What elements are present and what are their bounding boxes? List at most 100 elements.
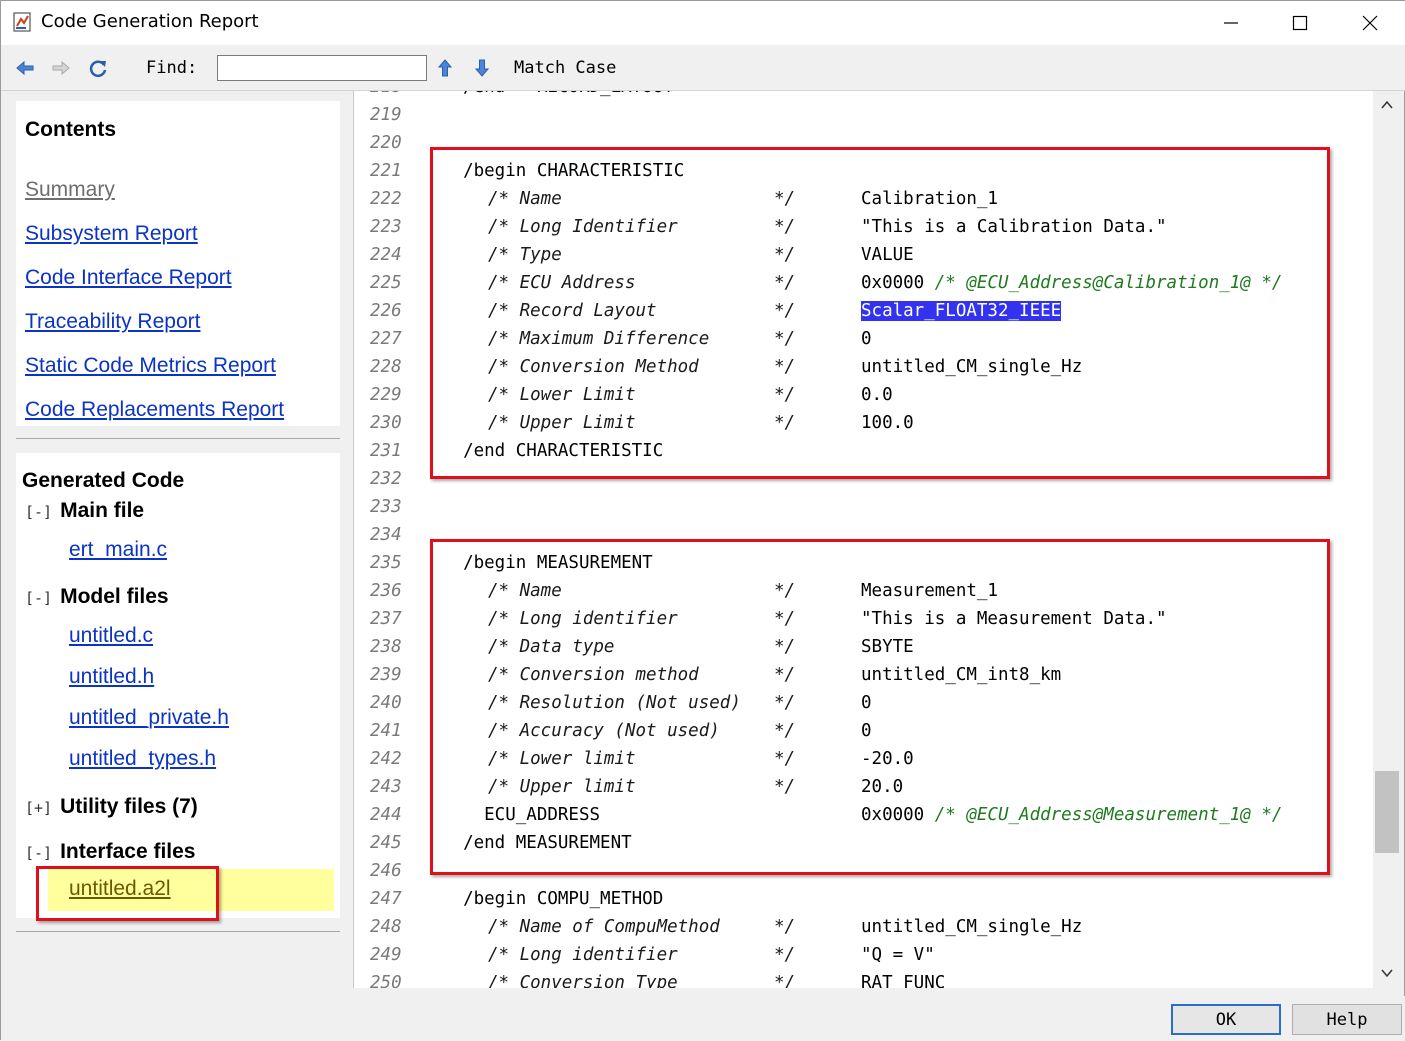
refresh-icon	[89, 60, 107, 77]
help-button[interactable]: Help	[1292, 1004, 1402, 1035]
maximize-icon	[1292, 15, 1308, 31]
line-number: 227	[370, 329, 402, 349]
line-number: 238	[370, 637, 402, 657]
file-link-ert-main-c[interactable]: ert_main.c	[69, 538, 167, 562]
forward-arrow-icon	[52, 60, 70, 76]
line-number: 243	[370, 777, 402, 797]
value-text: untitled_CM_single_Hz	[861, 917, 1083, 937]
line-number: 240	[370, 693, 402, 713]
code-line: 248 /* Name of CompuMethod */ untitled_CM_s…	[354, 917, 1373, 945]
line-number: 234	[370, 525, 402, 545]
file-link-untitled-c[interactable]: untitled.c	[69, 624, 153, 648]
navigation-panel: Contents Summary Subsystem Report Code I…	[1, 91, 353, 996]
line-number: 225	[370, 273, 402, 293]
collapse-toggle[interactable]: [-]	[25, 844, 52, 862]
group-model-files: [-] Model files	[25, 585, 169, 609]
line-number: 242	[370, 749, 402, 769]
line-number: 247	[370, 889, 402, 909]
close-button[interactable]	[1335, 1, 1405, 45]
field-comment: /* Long identifier	[488, 945, 678, 965]
match-case-toggle[interactable]: Match Case	[514, 58, 616, 78]
contents-title: Contents	[25, 118, 116, 141]
comment-close: */	[774, 917, 796, 937]
line-number: 236	[370, 581, 402, 601]
nav-link-code-replacements-report[interactable]: Code Replacements Report	[25, 398, 284, 422]
code-line: 247 /begin COMPU_METHOD	[354, 889, 1373, 917]
line-number: 230	[370, 413, 402, 433]
line-number: 222	[370, 189, 402, 209]
group-label: Main file	[60, 499, 145, 522]
line-number: 218	[370, 91, 402, 97]
code-line: 249 /* Long identifier */ "Q = V"	[354, 945, 1373, 973]
forward-button[interactable]	[50, 57, 72, 79]
refresh-button[interactable]	[87, 57, 109, 79]
close-icon	[1362, 15, 1378, 31]
line-number: 244	[370, 805, 402, 825]
code-generation-report-window: Code Generation Report Find: Match Case …	[0, 0, 1405, 1041]
title-bar: Code Generation Report	[1, 1, 1405, 45]
chevron-down-icon	[1381, 969, 1393, 978]
maximize-button[interactable]	[1265, 1, 1335, 45]
line-number: 249	[370, 945, 402, 965]
scroll-thumb[interactable]	[1375, 771, 1399, 853]
nav-link-traceability-report[interactable]: Traceability Report	[25, 310, 200, 334]
nav-link-summary[interactable]: Summary	[25, 178, 115, 202]
section-divider	[16, 438, 340, 439]
field-comment: /* Conversion Type	[488, 973, 678, 988]
file-link-untitled-private-h[interactable]: untitled_private.h	[69, 706, 229, 730]
expand-toggle[interactable]: [+]	[25, 799, 52, 817]
annotation-highlight-box	[36, 866, 219, 921]
ok-button[interactable]: OK	[1171, 1004, 1281, 1035]
value-text: "Q = V"	[861, 945, 935, 965]
toolbar: Find: Match Case	[1, 45, 1405, 91]
line-number: 237	[370, 609, 402, 629]
line-number: 220	[370, 133, 402, 153]
line-number: 229	[370, 385, 402, 405]
line-number: 223	[370, 217, 402, 237]
line-number: 226	[370, 301, 402, 321]
line-number: 248	[370, 917, 402, 937]
line-number: 233	[370, 497, 402, 517]
find-label: Find:	[146, 58, 198, 78]
line-number: 245	[370, 833, 402, 853]
contents-section: Contents Summary Subsystem Report Code I…	[16, 101, 340, 426]
back-button[interactable]	[14, 57, 36, 79]
find-input[interactable]	[217, 55, 427, 81]
group-label: Utility files (7)	[60, 795, 198, 818]
field-comment: /* Name of CompuMethod	[488, 917, 720, 937]
dialog-button-bar: OK Help	[1, 996, 1405, 1041]
line-number: 235	[370, 553, 402, 573]
nav-link-subsystem-report[interactable]: Subsystem Report	[25, 222, 198, 246]
code-line: 233	[354, 497, 1373, 525]
line-number: 241	[370, 721, 402, 741]
comment-close: */	[774, 945, 796, 965]
collapse-toggle[interactable]: [-]	[25, 589, 52, 607]
scroll-up-button[interactable]	[1379, 97, 1395, 113]
group-interface-files: [-] Interface files	[25, 840, 196, 864]
generated-code-title: Generated Code	[22, 469, 185, 492]
section-divider	[16, 931, 340, 932]
collapse-toggle[interactable]: [-]	[25, 503, 52, 521]
report-app-icon	[13, 12, 31, 32]
line-number: 228	[370, 357, 402, 377]
vertical-scrollbar[interactable]	[1373, 91, 1401, 988]
field-value: untitled_CM_single_Hz	[861, 917, 1082, 937]
code-line: 250 /* Conversion Type */ RAT_FUNC	[354, 973, 1373, 988]
minimize-icon	[1224, 22, 1238, 24]
file-link-untitled-h[interactable]: untitled.h	[69, 665, 154, 689]
file-link-untitled-types-h[interactable]: untitled_types.h	[69, 747, 216, 771]
generated-code-section: Generated Code [-] Main file ert_main.c …	[16, 453, 340, 918]
code-line: 218 /end RECORD_LAYOUT	[354, 91, 1373, 105]
find-next-icon	[474, 59, 490, 77]
nav-link-static-code-metrics-report[interactable]: Static Code Metrics Report	[25, 354, 276, 378]
find-previous-button[interactable]	[434, 57, 456, 79]
annotation-box-measurement	[430, 539, 1330, 875]
nav-link-code-interface-report[interactable]: Code Interface Report	[25, 266, 232, 290]
line-number: 250	[370, 973, 402, 988]
line-number: 224	[370, 245, 402, 265]
minimize-button[interactable]	[1196, 1, 1266, 45]
field-value: "Q = V"	[861, 945, 935, 965]
code-statement: /begin COMPU_METHOD	[442, 889, 664, 909]
scroll-down-button[interactable]	[1379, 965, 1395, 981]
find-next-button[interactable]	[471, 57, 493, 79]
